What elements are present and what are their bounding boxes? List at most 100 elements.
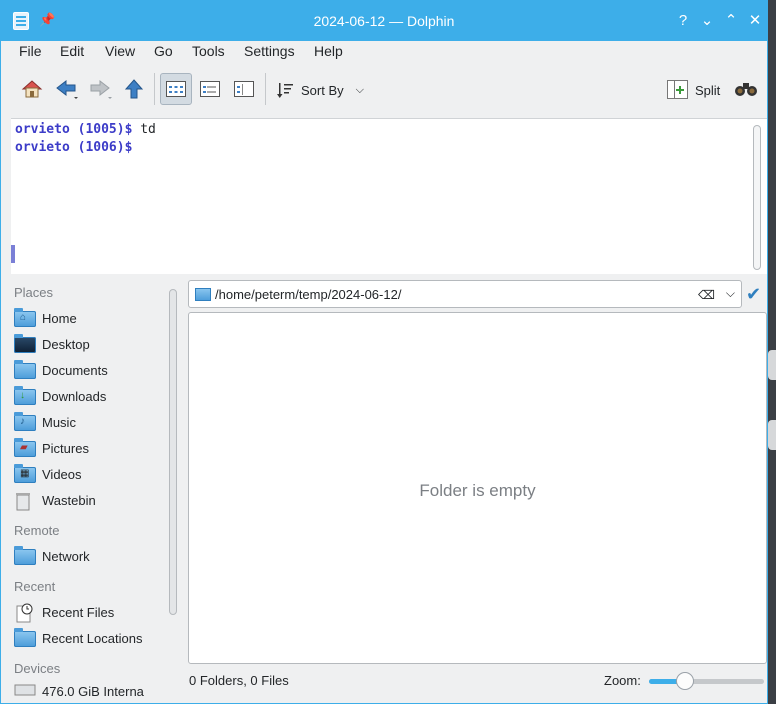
network-folder-icon [14,546,36,565]
zoom-slider-handle[interactable] [676,672,694,690]
terminal-cursor [11,245,15,263]
search-button[interactable] [730,73,762,105]
menu-bar: File Edit View Go Tools Settings Help [1,41,767,63]
terminal-prompt: orvieto (1005)$ [15,122,133,137]
details-view-icon [234,81,254,97]
terminal-line: orvieto (1005)$ td [15,122,156,137]
home-icon [21,80,43,98]
up-button[interactable] [118,73,150,105]
empty-folder-message: Folder is empty [419,481,536,500]
toolbar-separator [265,73,266,105]
section-places: Places [14,285,54,300]
sort-by-button[interactable]: Sort By ⌵ [277,79,364,101]
videos-folder-icon: ▦ [14,464,36,483]
menu-settings[interactable]: Settings [244,43,295,59]
place-videos[interactable]: ▦ Videos [14,462,164,486]
details-view-button[interactable] [228,73,260,105]
clear-icon[interactable]: ⌫ [698,288,715,302]
terminal-prompt: orvieto (1006)$ [15,140,133,155]
menu-edit[interactable]: Edit [60,43,84,59]
forward-arrow-icon [90,79,112,99]
chevron-down-icon[interactable]: ⌵ [726,286,735,301]
maximize-button[interactable]: ⌃ [721,11,741,31]
toolbar-separator [154,73,155,105]
place-label: Network [42,548,90,564]
split-button[interactable]: Split [667,79,720,101]
place-label: Downloads [42,388,107,404]
icons-view-icon [166,81,186,97]
place-network[interactable]: Network [14,544,164,568]
place-label: Videos [42,466,82,482]
place-pictures[interactable]: ▰ Pictures [14,436,164,460]
menu-help[interactable]: Help [314,43,343,59]
home-button[interactable] [16,73,48,105]
place-downloads[interactable]: ↓ Downloads [14,384,164,408]
place-label: Pictures [42,440,89,456]
sort-icon [277,83,293,98]
minimize-button[interactable]: ⌄ [697,11,717,31]
title-bar[interactable]: 📌 2024-06-12 — Dolphin ? ⌄ ⌃ ✕ [1,1,767,41]
section-recent: Recent [14,579,56,594]
downloads-folder-icon: ↓ [14,386,36,405]
place-label: Wastebin [42,492,96,508]
binoculars-icon [735,83,757,96]
menu-tools[interactable]: Tools [192,43,225,59]
place-desktop[interactable]: Desktop [14,332,164,356]
place-recent-locations[interactable]: Recent Locations [14,626,164,650]
place-home[interactable]: ⌂ Home [14,306,164,330]
music-folder-icon: ♪ [14,412,36,431]
places-scrollbar[interactable] [169,289,177,615]
up-arrow-icon [124,79,144,99]
back-button[interactable] [51,73,83,105]
file-view[interactable]: Folder is empty [188,312,767,664]
help-button[interactable]: ? [673,11,693,31]
toolbar: Sort By ⌵ Split [1,63,767,117]
places-panel: Places ⌂ Home Desktop Documents ↓ Downlo… [1,275,181,703]
location-bar[interactable]: /home/peterm/temp/2024-06-12/ ⌫ ⌵ [188,280,742,308]
zoom-label: Zoom: [604,673,641,688]
close-button[interactable]: ✕ [745,11,765,31]
documents-folder-icon [14,360,36,379]
place-label: Documents [42,362,108,378]
split-view-icon [667,80,688,99]
place-music[interactable]: ♪ Music [14,410,164,434]
place-label: Home [42,310,77,326]
drive-icon [14,679,36,697]
menu-view[interactable]: View [105,43,135,59]
place-documents[interactable]: Documents [14,358,164,382]
place-drive[interactable]: 476.0 GiB Interna [14,679,164,697]
pictures-folder-icon: ▰ [14,438,36,457]
location-path: /home/peterm/temp/2024-06-12/ [215,287,402,302]
menu-file[interactable]: File [19,43,42,59]
sort-by-label: Sort By [301,82,344,98]
place-label: 476.0 GiB Interna [42,684,144,697]
section-remote: Remote [14,523,60,538]
compact-view-icon [200,81,220,97]
split-label: Split [695,82,721,98]
recent-files-icon [14,603,36,623]
background-decoration [768,350,776,470]
place-label: Music [42,414,76,430]
recent-locations-icon [14,628,36,647]
back-arrow-icon [56,79,78,99]
chevron-down-icon: ⌵ [355,83,364,96]
icons-view-button[interactable] [160,73,192,105]
terminal-command: td [132,122,156,137]
terminal-panel[interactable]: orvieto (1005)$ td orvieto (1006)$ [11,118,767,274]
section-devices: Devices [14,661,61,676]
place-label: Recent Locations [42,630,143,646]
place-recent-files[interactable]: Recent Files [14,600,164,624]
place-wastebin[interactable]: Wastebin [14,488,164,512]
window-title: 2024-06-12 — Dolphin [313,13,455,29]
menu-go[interactable]: Go [154,43,173,59]
place-label: Recent Files [42,604,115,620]
home-folder-icon: ⌂ [14,308,36,327]
forward-button[interactable] [85,73,117,105]
desktop-folder-icon [14,334,36,353]
compact-view-button[interactable] [194,73,226,105]
terminal-line: orvieto (1006)$ [15,140,132,155]
zoom-slider[interactable] [649,672,764,690]
terminal-scrollbar[interactable] [753,125,761,270]
status-summary: 0 Folders, 0 Files [189,673,289,688]
confirm-location-icon[interactable]: ✔ [746,284,761,305]
